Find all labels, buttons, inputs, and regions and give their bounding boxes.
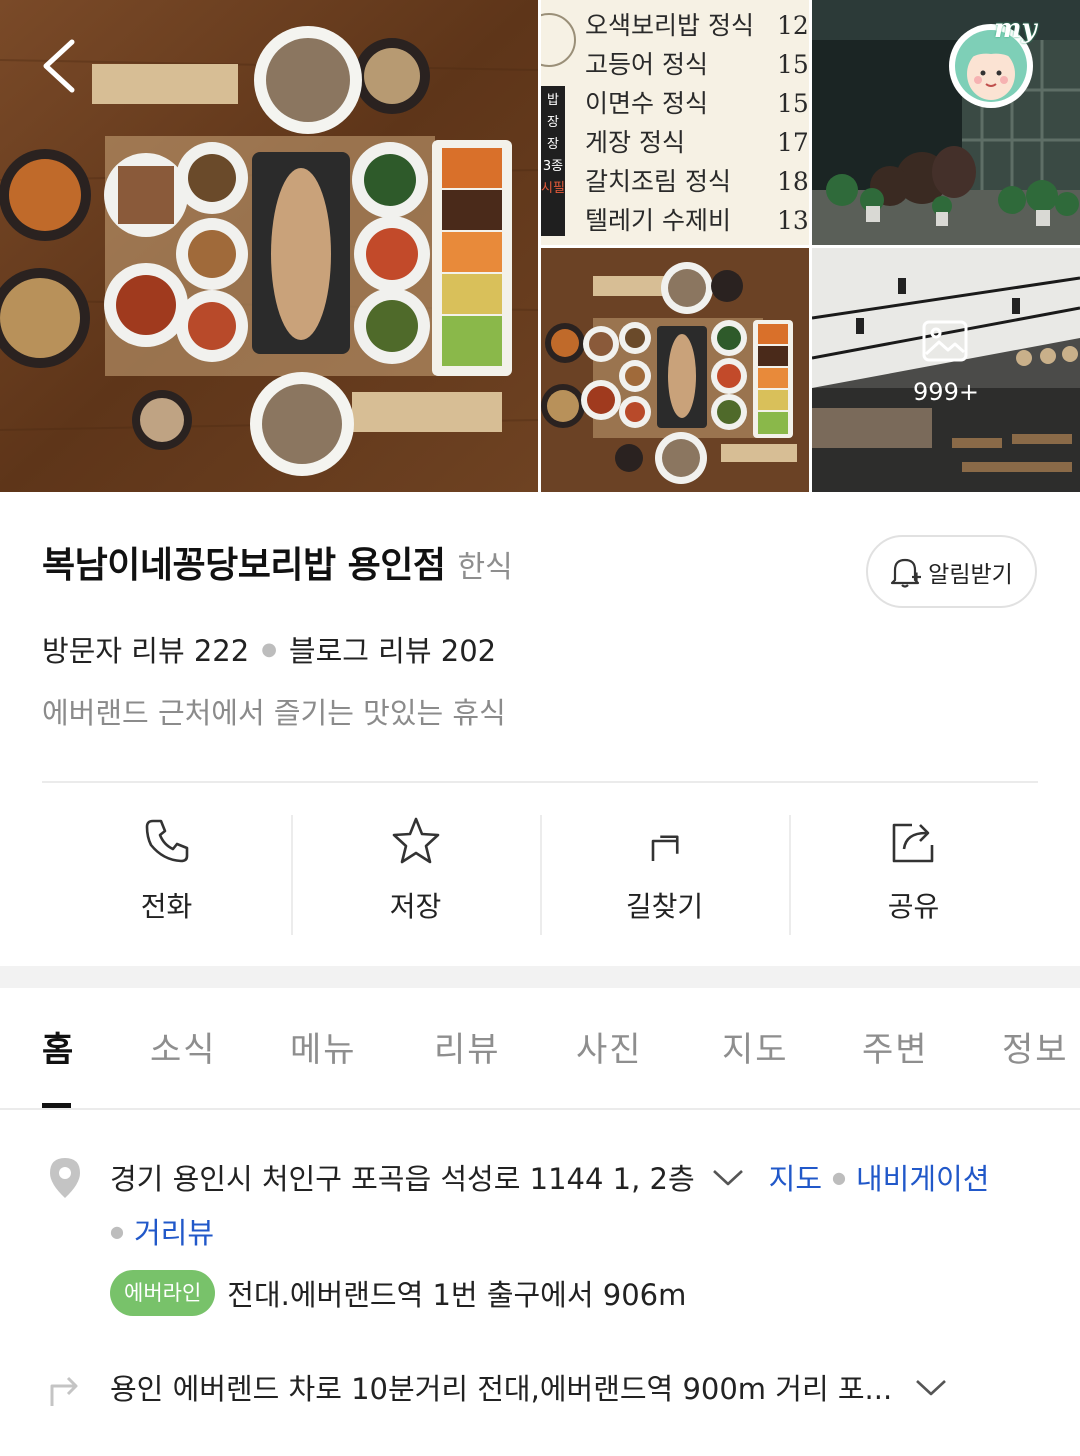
address-text: 경기 용인시 처인구 포곡읍 석성로 1144 1, 2층 [110, 1162, 695, 1196]
navigation-link[interactable]: 내비게이션 [856, 1156, 989, 1198]
bell-plus-icon [891, 558, 922, 588]
share-label: 공유 [887, 890, 940, 923]
save-label: 저장 [389, 890, 442, 923]
photo-gallery-icon [922, 320, 968, 362]
photo-grid[interactable]: 밥 장 장 3종 시필 오색보리밥 정식12, 고등어 정식15, 이면수 정식… [0, 0, 1080, 492]
location-pin-icon [50, 1158, 80, 1198]
food-photo-2[interactable] [541, 248, 809, 492]
interior-photo[interactable]: 999+ [812, 248, 1080, 492]
directions-text: 용인 에버렌드 차로 10분거리 전대,에버랜드역 900m 거리 포... [110, 1372, 893, 1406]
section-separator [0, 966, 1080, 988]
subway-distance-text: 전대.에버랜드역 1번 출구에서 906m [227, 1278, 687, 1312]
notification-button[interactable]: 알림받기 [866, 535, 1037, 608]
menu-side-strip: 밥 장 장 3종 시필 [541, 86, 565, 236]
active-tab-indicator [42, 1103, 71, 1108]
address-row: 경기 용인시 처인구 포곡읍 석성로 1144 1, 2층 지도 ● 내비게이션 [110, 1156, 989, 1198]
directions-label: 길찾기 [625, 890, 704, 923]
tab-menu[interactable]: 메뉴 [290, 1022, 357, 1071]
subway-line-badge: 에버라인 [110, 1270, 216, 1316]
tab-home[interactable]: 홈 [42, 1022, 75, 1071]
tab-photos[interactable]: 사진 [576, 1022, 643, 1071]
divider [42, 781, 1038, 783]
directions-info-row[interactable]: 용인 에버렌드 차로 10분거리 전대,에버랜드역 900m 거리 포... [110, 1366, 948, 1408]
address-row-2: ● 거리뷰 [110, 1210, 214, 1252]
directions-turn-icon [50, 1376, 78, 1406]
action-bar: 전화 저장 길찾기 공유 [42, 815, 1038, 935]
directions-button[interactable]: 길찾기 [540, 815, 789, 935]
courtyard-photo[interactable]: my [812, 0, 1080, 245]
photo-count: 999+ [913, 378, 979, 406]
chevron-down-icon[interactable] [711, 1167, 745, 1187]
title-row: 복남이네꽁당보리밥 용인점 한식 [42, 536, 513, 588]
place-tagline: 에버랜드 근처에서 즐기는 맛있는 휴식 [42, 696, 506, 730]
phone-icon [145, 819, 188, 863]
save-button[interactable]: 저장 [291, 815, 540, 935]
separator-dot: ● [261, 638, 277, 660]
tab-bar: 홈 소식 메뉴 리뷰 사진 지도 주변 정보 [0, 988, 1080, 1110]
menu-board-text: 오색보리밥 정식12, 고등어 정식15, 이면수 정식15, 게장 정식17,… [585, 11, 809, 235]
map-link[interactable]: 지도 [769, 1156, 822, 1198]
place-name: 복남이네꽁당보리밥 용인점 [42, 545, 446, 586]
blog-reviews-link[interactable]: 블로그 리뷰 202 [289, 628, 496, 670]
directions-icon [651, 835, 679, 861]
call-button[interactable]: 전화 [42, 815, 291, 935]
menu-board-photo[interactable]: 밥 장 장 3종 시필 오색보리밥 정식12, 고등어 정식15, 이면수 정식… [541, 0, 809, 245]
tab-nearby[interactable]: 주변 [862, 1022, 929, 1071]
tab-reviews[interactable]: 리뷰 [434, 1022, 501, 1071]
notification-label: 알림받기 [928, 561, 1013, 588]
place-category: 한식 [457, 550, 513, 585]
visitor-reviews-link[interactable]: 방문자 리뷰 222 [42, 628, 249, 670]
separator-dot: ● [110, 1221, 124, 1241]
star-icon [392, 817, 439, 864]
street-view-link[interactable]: 거리뷰 [134, 1210, 214, 1252]
separator-dot: ● [832, 1167, 846, 1187]
share-icon [892, 823, 933, 863]
main-food-photo[interactable] [0, 0, 538, 492]
tab-news[interactable]: 소식 [150, 1022, 217, 1071]
share-button[interactable]: 공유 [789, 815, 1038, 935]
tab-map[interactable]: 지도 [722, 1022, 789, 1071]
subway-info: 에버라인 전대.에버랜드역 1번 출구에서 906m [110, 1270, 686, 1316]
back-arrow-icon[interactable] [36, 34, 86, 98]
chevron-down-icon[interactable] [914, 1377, 948, 1397]
my-label: my [994, 14, 1037, 44]
tab-info[interactable]: 정보 [1002, 1022, 1069, 1071]
review-counts: 방문자 리뷰 222 ● 블로그 리뷰 202 [42, 628, 496, 670]
call-label: 전화 [140, 890, 193, 923]
